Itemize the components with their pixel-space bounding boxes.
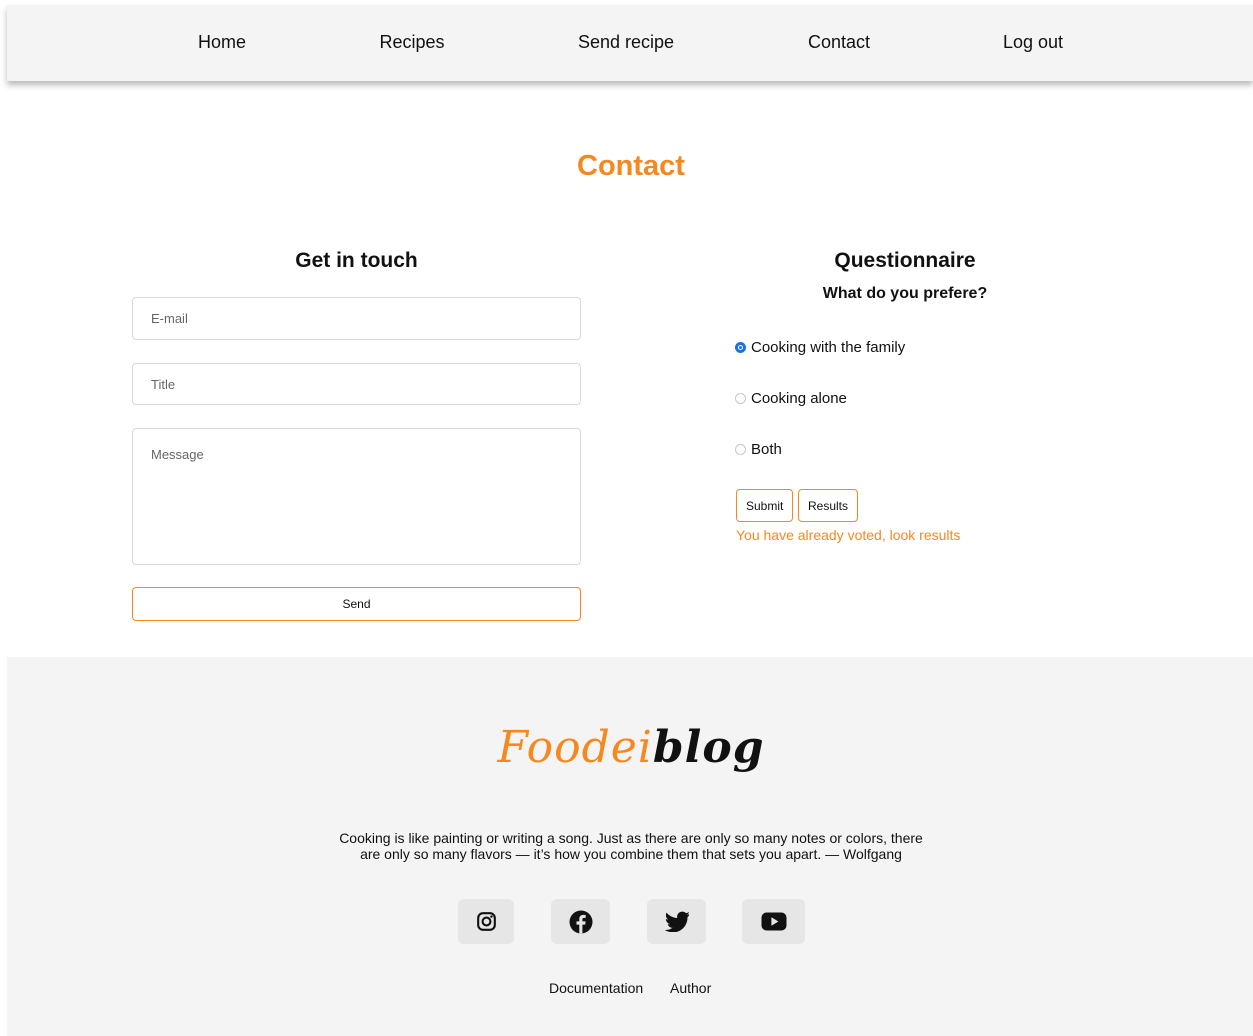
- facebook-icon: [569, 910, 592, 933]
- instagram-icon: [476, 912, 496, 931]
- option-label: Both: [751, 441, 782, 458]
- twitter-icon: [664, 911, 689, 932]
- page-title: Contact: [577, 150, 685, 182]
- email-field[interactable]: [132, 297, 581, 340]
- footer-quote: Cooking is like painting or writing a so…: [316, 830, 946, 862]
- instagram-link[interactable]: [458, 899, 514, 944]
- youtube-icon: [761, 912, 786, 931]
- nav-item-home[interactable]: Home: [198, 32, 246, 53]
- facebook-link[interactable]: [551, 899, 610, 944]
- send-button[interactable]: Send: [132, 587, 581, 621]
- option-cooking-with-family[interactable]: Cooking with the family: [735, 339, 905, 356]
- option-label: Cooking alone: [751, 390, 847, 407]
- logo-text-blog: blog: [652, 722, 765, 773]
- quote-line-2: are only so many flavors — it’s how you …: [360, 846, 902, 862]
- questionnaire-heading: Questionnaire: [834, 249, 976, 272]
- results-button[interactable]: Results: [798, 489, 859, 522]
- vote-status-message: You have already voted, look results: [736, 527, 961, 543]
- footer-logo: Foodeiblog: [0, 722, 1253, 773]
- nav-item-recipes[interactable]: Recipes: [379, 32, 444, 53]
- get-in-touch-heading: Get in touch: [295, 249, 418, 272]
- questionnaire-question: What do you prefere?: [822, 285, 988, 302]
- message-field[interactable]: [132, 428, 581, 565]
- radio-button-checked[interactable]: [735, 342, 746, 353]
- footer-link-documentation[interactable]: Documentation: [549, 980, 643, 996]
- radio-button[interactable]: [735, 393, 746, 404]
- twitter-link[interactable]: [647, 899, 706, 944]
- footer-link-author[interactable]: Author: [670, 980, 711, 996]
- top-navigation: Home Recipes Send recipe Contact Log out: [7, 5, 1253, 81]
- title-field[interactable]: [132, 363, 581, 405]
- option-label: Cooking with the family: [751, 339, 906, 356]
- nav-item-contact[interactable]: Contact: [808, 32, 870, 53]
- quote-line-1: Cooking is like painting or writing a so…: [339, 830, 923, 846]
- youtube-link[interactable]: [742, 899, 805, 944]
- option-both[interactable]: Both: [735, 441, 782, 458]
- option-cooking-alone[interactable]: Cooking alone: [735, 390, 847, 407]
- submit-button[interactable]: Submit: [736, 489, 794, 522]
- logo-text-foodei: Foodei: [497, 722, 653, 773]
- nav-item-log-out[interactable]: Log out: [1003, 32, 1063, 53]
- radio-button[interactable]: [735, 444, 746, 455]
- nav-item-send-recipe[interactable]: Send recipe: [578, 32, 674, 53]
